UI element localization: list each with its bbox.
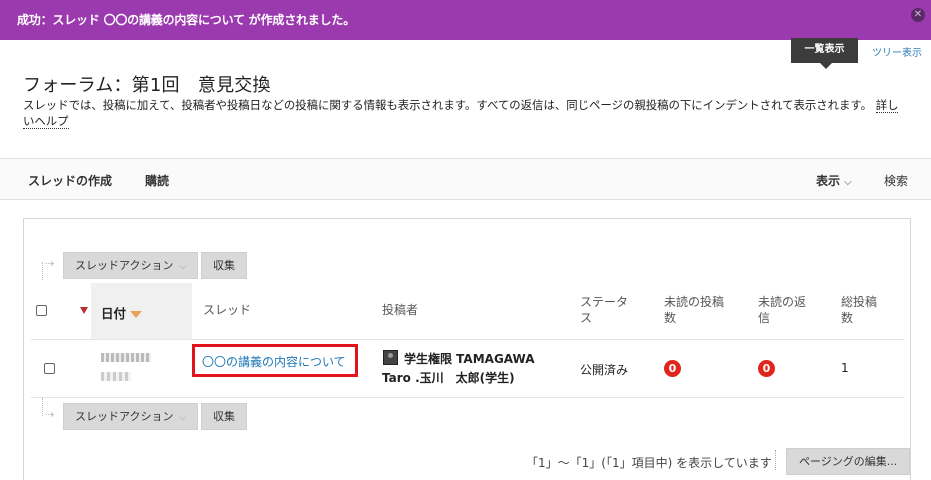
- edit-paging-button[interactable]: ページングの編集...: [786, 448, 911, 475]
- total-posts-value: 1: [841, 361, 849, 375]
- collect-button-top[interactable]: 収集: [201, 252, 247, 279]
- tree-view-link[interactable]: ツリー表示: [872, 44, 922, 59]
- unread-posts-header[interactable]: 未読の投稿数: [664, 294, 730, 326]
- author-header[interactable]: 投稿者: [382, 302, 418, 318]
- thread-action-label: スレッドアクション: [75, 410, 174, 423]
- search-button[interactable]: 検索: [884, 172, 908, 189]
- page-title: フォーラム：第1回 意見交換: [23, 75, 271, 96]
- tree-arrow-icon: ⇢: [45, 257, 55, 270]
- author-name: 学生権限 TAMAGAWA Taro .玉川 太郎(学生): [382, 352, 535, 385]
- tree-arrow-icon: ⇢: [45, 408, 55, 421]
- row-divider: [31, 397, 904, 398]
- success-banner: 成功：スレッド 〇〇の講義の内容について が作成されました。 ✕: [0, 0, 931, 40]
- page-description: スレッドでは、投稿に加えて、投稿者や投稿日などの投稿に関する情報も表示されます。…: [23, 97, 908, 129]
- status-value: 公開済み: [580, 363, 629, 377]
- row-checkbox[interactable]: [44, 363, 55, 374]
- subscribe-button[interactable]: 購読: [145, 172, 169, 189]
- thread-action-button-top[interactable]: スレッドアクション ⌵: [63, 252, 199, 279]
- tree-connector: [42, 398, 43, 416]
- date-header[interactable]: 日付: [101, 303, 143, 322]
- total-posts-header[interactable]: 総投稿数: [841, 294, 881, 326]
- unread-posts-badge[interactable]: 0: [664, 360, 681, 377]
- chevron-down-icon: ⌵: [179, 262, 187, 272]
- thread-header[interactable]: スレッド: [203, 302, 251, 318]
- display-label: 表示: [816, 174, 841, 188]
- list-view-button[interactable]: 一覧表示: [791, 38, 858, 69]
- create-thread-button[interactable]: スレッドの作成: [28, 172, 112, 189]
- sort-descending-icon: [130, 311, 143, 318]
- tree-connector: [42, 262, 43, 280]
- row-divider: [31, 339, 904, 340]
- thread-action-button-bottom[interactable]: スレッドアクション ⌵: [63, 403, 199, 430]
- paging-info: 「1」～「1」(「1」項目中) を表示しています: [526, 456, 772, 470]
- unread-replies-header[interactable]: 未読の返信: [758, 294, 810, 326]
- thread-title-link[interactable]: 〇〇の講義の内容について: [202, 353, 346, 370]
- unread-replies-badge[interactable]: 0: [758, 360, 775, 377]
- chevron-down-icon: ⌵: [844, 177, 852, 188]
- display-menu[interactable]: 表示 ⌵: [816, 172, 852, 189]
- divider: [775, 450, 776, 470]
- collect-button-bottom[interactable]: 収集: [201, 403, 247, 430]
- success-message: 成功：スレッド 〇〇の講義の内容について が作成されました。: [17, 13, 355, 27]
- date-value-blurred: [101, 353, 151, 383]
- action-bar: スレッドの作成 購読 表示 ⌵ 検索: [0, 158, 931, 200]
- close-icon[interactable]: ✕: [911, 8, 925, 22]
- status-header[interactable]: ステータス: [580, 294, 636, 326]
- description-text: スレッドでは、投稿に加えて、投稿者や投稿日などの投稿に関する情報も表示されます。…: [23, 98, 873, 112]
- chevron-down-icon: ⌵: [179, 413, 187, 423]
- flag-icon[interactable]: [80, 307, 88, 314]
- select-all-checkbox[interactable]: [36, 305, 47, 316]
- thread-action-label: スレッドアクション: [75, 259, 174, 272]
- date-header-label: 日付: [101, 306, 127, 321]
